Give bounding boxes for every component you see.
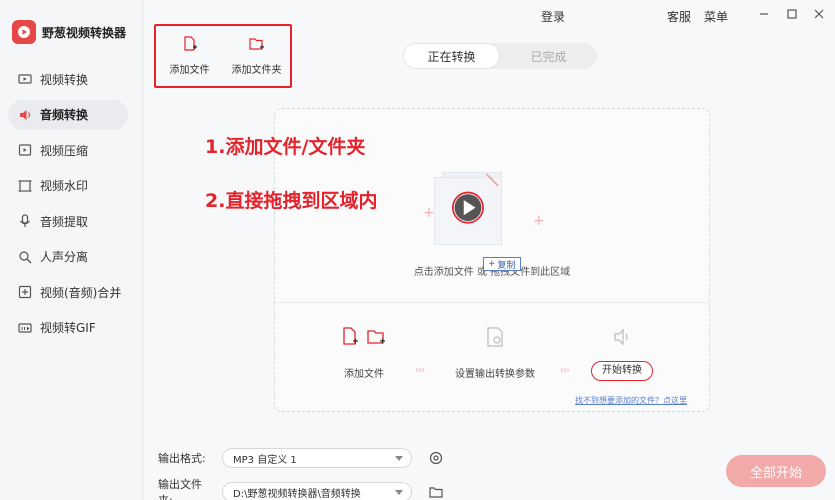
add-folder-label: 添加文件夹 [231,65,282,76]
help-link[interactable]: 找不到想要添加的文件？点这里 [575,395,687,406]
app-logo-icon [12,20,36,44]
sidebar-nav: 视频转换 音频转换 视频压缩 视频水印 音频提取 人声分离 视频(音频)合并 视… [8,64,128,348]
sidebar-item-label: 视频转GIF [40,321,96,335]
vocal-separate-icon [18,250,32,264]
audio-extract-icon [18,214,32,228]
sidebar-item-vocal-separate[interactable]: 人声分离 [8,242,128,272]
add-file-label: 添加文件 [169,65,210,76]
copy-drag-tag: + 复制 [483,257,521,271]
login-link[interactable]: 登录 [541,8,565,25]
sidebar-item-label: 视频转换 [40,72,89,87]
step-set-params-label: 设置输出转换参数 [455,369,535,380]
tab-completed[interactable]: 已完成 [500,43,597,69]
plus-decor-icon: + [533,213,545,229]
chevron-down-icon [395,489,403,495]
customer-service-link[interactable]: 客服 [667,8,691,25]
step-start: 开始转换 [575,325,669,381]
gif-icon [18,321,32,335]
output-folder-label: 输出文件夹: [158,478,202,500]
maximize-icon[interactable] [784,6,800,22]
step-add-file: 添加文件 [319,325,409,380]
video-compress-icon [18,143,32,157]
merge-icon [18,285,32,299]
video-convert-icon [18,72,32,86]
step-add-file-label: 添加文件 [344,369,384,380]
sidebar-item-video-compress[interactable]: 视频压缩 [8,135,128,165]
sidebar-item-label: 人声分离 [40,250,89,264]
sidebar-item-merge[interactable]: 视频(音频)合并 [8,277,128,307]
watermark-icon [18,179,32,193]
settings-file-icon [487,327,503,347]
start-all-button[interactable]: 全部开始 [726,455,826,487]
add-toolbar: 添加文件 添加文件夹 [154,24,292,88]
output-folder-value: D:\野葱视频转换器\音频转换 [233,488,361,500]
output-format-value: MP3 自定义 1 [233,454,297,466]
output-format-row: 输出格式: MP3 自定义 1 [158,448,444,468]
add-folder-icon [248,36,265,55]
step-arrow-icon: ››› [560,365,570,376]
speaker-icon [614,328,628,346]
sidebar-item-label: 视频(音频)合并 [40,285,122,300]
app-logo: 野葱视频转换器 [12,20,126,44]
sidebar-item-gif[interactable]: 视频转GIF [8,313,128,343]
step-set-params: 设置输出转换参数 [435,325,555,380]
audio-convert-icon [18,108,32,122]
sidebar-item-audio-convert[interactable]: 音频转换 [8,99,128,130]
output-format-select[interactable]: MP3 自定义 1 [222,448,412,468]
sidebar-item-label: 视频水印 [40,179,89,193]
close-icon[interactable] [811,6,827,22]
folder-icon[interactable] [428,484,444,500]
sidebar-item-audio-extract[interactable]: 音频提取 [8,206,128,236]
plus-decor-icon: + [423,205,435,221]
annotation-step2: 2.直接拖拽到区域内 [205,190,378,212]
format-settings-icon[interactable] [428,450,444,466]
dragged-file-icon [433,171,502,246]
start-convert-button[interactable]: 开始转换 [591,361,653,381]
tab-converting[interactable]: 正在转换 [403,43,500,69]
drop-divider [275,302,709,303]
add-folder-icon [367,330,385,344]
output-folder-select[interactable]: D:\野葱视频转换器\音频转换 [222,482,412,500]
app-name: 野葱视频转换器 [42,25,127,40]
step-arrow-icon: ››› [415,365,425,376]
add-file-icon [182,36,198,55]
main-panel: 登录 客服 菜单 添加文件 添加文件夹 正在转换 已完成 + + 点击添加文件 … [144,0,835,500]
sidebar-item-label: 音频转换 [40,108,89,122]
sidebar-item-watermark[interactable]: 视频水印 [8,171,128,201]
sidebar-item-video-convert[interactable]: 视频转换 [8,64,128,94]
menu-link[interactable]: 菜单 [704,8,728,25]
sidebar: 野葱视频转换器 视频转换 音频转换 视频压缩 视频水印 音频提取 人声分离 视频… [0,0,143,500]
minimize-icon[interactable] [756,6,772,22]
annotation-step1: 1.添加文件/文件夹 [205,136,366,158]
copy-tag-label: 复制 [497,260,516,271]
add-folder-button[interactable]: 添加文件夹 [223,26,290,86]
add-file-button[interactable]: 添加文件 [156,26,223,86]
sidebar-item-label: 视频压缩 [40,143,89,158]
sidebar-item-label: 音频提取 [40,214,89,229]
add-file-icon [343,327,358,345]
plus-icon: + [488,259,496,269]
output-format-label: 输出格式: [158,452,206,465]
status-tabs: 正在转换 已完成 [403,43,597,69]
chevron-down-icon [395,455,403,461]
output-folder-row: 输出文件夹: D:\野葱视频转换器\音频转换 [158,476,444,500]
